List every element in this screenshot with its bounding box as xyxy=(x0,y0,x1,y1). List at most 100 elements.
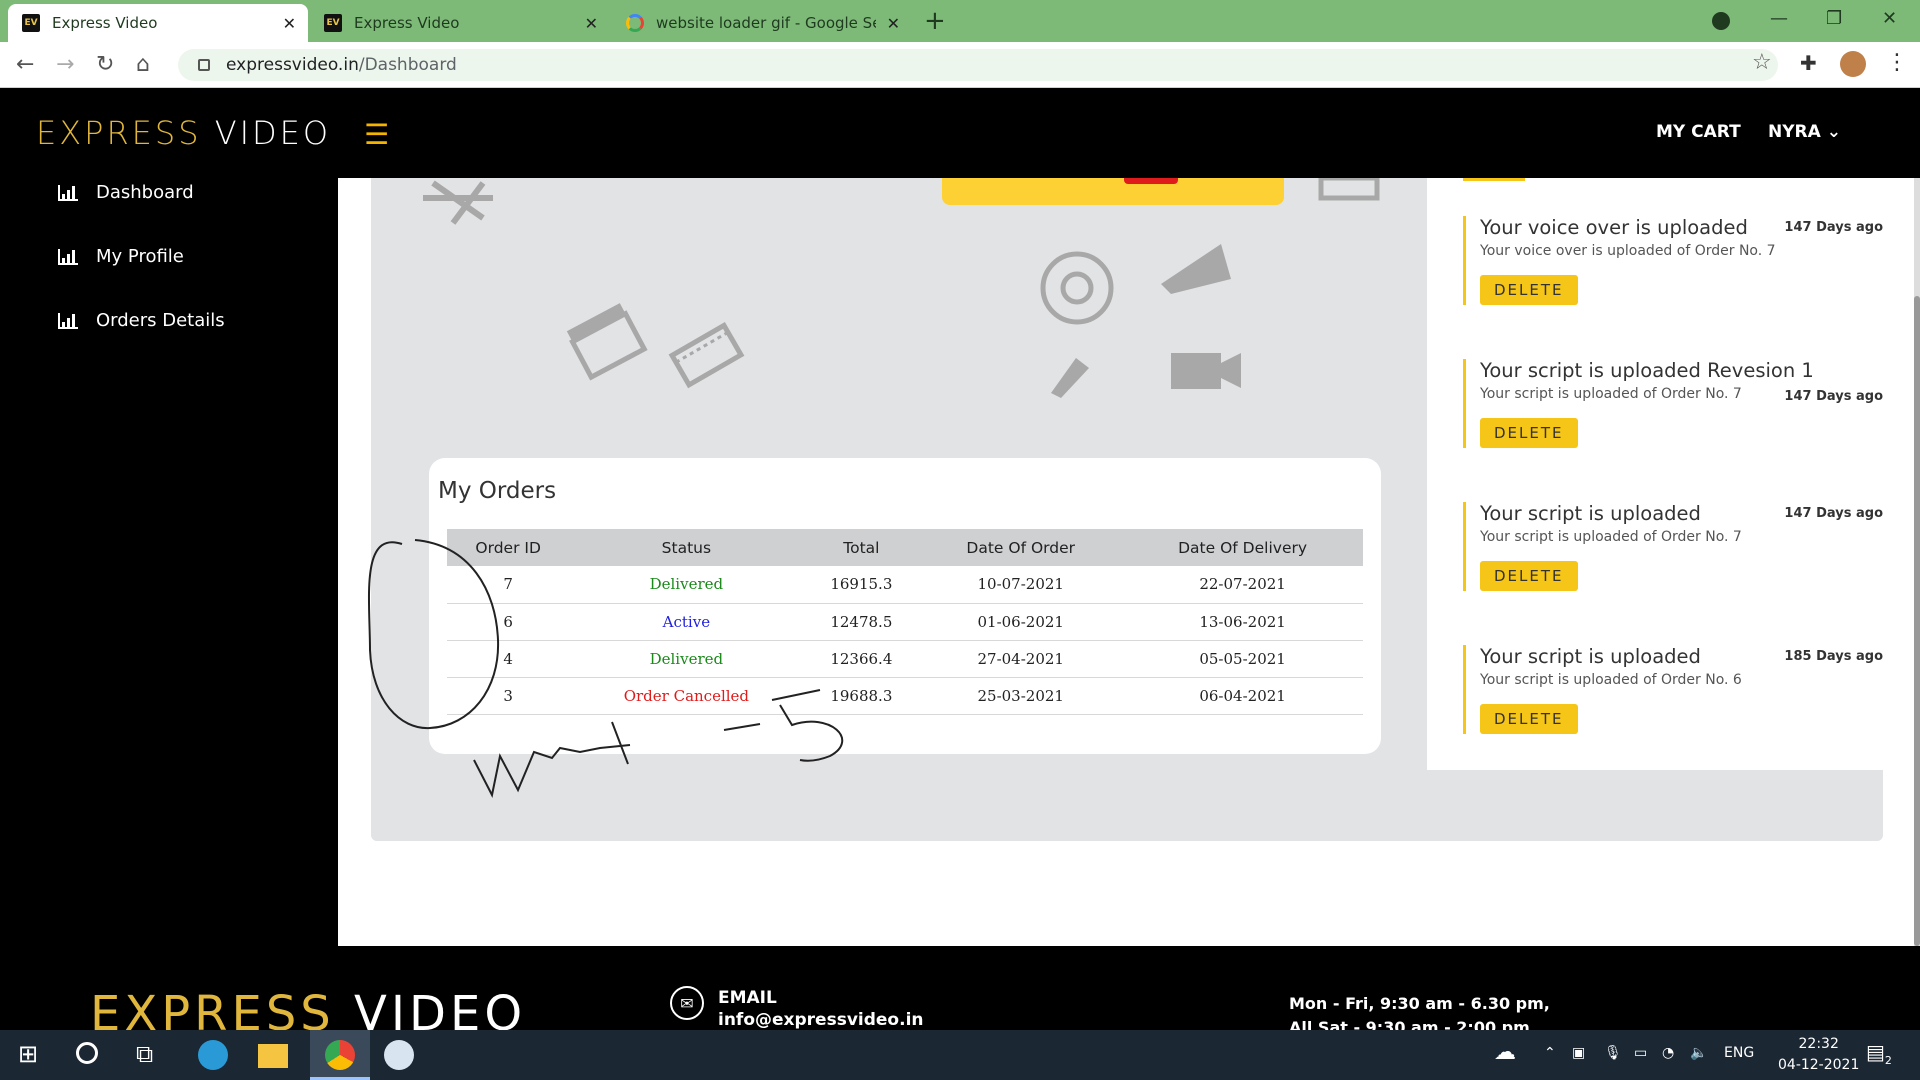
meet-now-icon[interactable]: ▣ xyxy=(1572,1045,1585,1061)
sidebar-item-my-profile[interactable]: My Profile xyxy=(58,246,184,267)
sidebar-item-label: Dashboard xyxy=(96,182,194,203)
browser-tab-1[interactable]: EV Express Video ✕ xyxy=(8,4,308,42)
microphone-icon[interactable]: 🎙 xyxy=(1604,1045,1622,1061)
paint-icon[interactable] xyxy=(384,1040,414,1070)
browser-tab-bar: EV Express Video ✕ EV Express Video ✕ we… xyxy=(0,0,1920,42)
delete-button[interactable]: DELETE xyxy=(1480,418,1578,448)
director-chair-icon xyxy=(423,180,493,225)
windows-taskbar: ⊞ ⧉ ☁ ⌃ ▣ 🎙 ▭ ◔ 🔈 ENG 22:32 04-12-2021 ▤2 xyxy=(0,1030,1920,1080)
address-bar[interactable]: expressvideo.in/Dashboard xyxy=(178,49,1778,81)
url-text: expressvideo.in/Dashboard xyxy=(226,55,457,75)
table-header-row: Order ID Status Total Date Of Order Date… xyxy=(447,529,1363,566)
site-logo[interactable]: EXPRESS VIDEO xyxy=(36,114,331,152)
office-hours-sat: All Sat - 9:30 am - 2:00 pm xyxy=(1289,1018,1530,1030)
forward-icon[interactable]: → xyxy=(56,52,74,77)
column-header: Total xyxy=(803,529,920,566)
extensions-icon[interactable]: ✚ xyxy=(1800,51,1817,75)
order-id-cell: 7 xyxy=(447,566,570,604)
search-icon[interactable] xyxy=(76,1042,98,1064)
sidebar-item-label: My Profile xyxy=(96,246,184,267)
notification-center-icon[interactable]: ▤2 xyxy=(1866,1040,1892,1067)
my-cart-link[interactable]: MY CART xyxy=(1656,122,1741,142)
mail-icon: ✉ xyxy=(670,986,704,1020)
delete-button[interactable]: DELETE xyxy=(1480,275,1578,305)
hamburger-menu-icon[interactable]: ☰ xyxy=(364,118,389,151)
close-tab-icon[interactable]: ✕ xyxy=(283,14,296,33)
order-id-cell: 4 xyxy=(447,640,570,678)
order-id-cell: 3 xyxy=(447,677,570,715)
volume-icon[interactable]: 🔈 xyxy=(1690,1045,1707,1061)
video-camera-icon xyxy=(1171,353,1241,389)
profile-avatar[interactable] xyxy=(1840,51,1866,77)
browser-tab-2[interactable]: EV Express Video ✕ xyxy=(310,4,610,42)
edge-browser-icon[interactable] xyxy=(198,1040,228,1070)
tab-label: website loader gif - Google Searc xyxy=(656,14,876,32)
delete-button[interactable]: DELETE xyxy=(1480,561,1578,591)
tab-label: Express Video xyxy=(354,14,460,32)
film-strip-icon xyxy=(668,321,745,389)
sidebar: Dashboard My Profile Orders Details xyxy=(0,178,338,946)
column-header: Order ID xyxy=(447,529,570,566)
email-label: EMAIL xyxy=(718,988,777,1008)
notification-card: 147 Days ago Your voice over is uploaded… xyxy=(1463,216,1883,305)
close-tab-icon[interactable]: ✕ xyxy=(585,14,598,33)
my-orders-card: My Orders Order ID Status Total Date Of … xyxy=(429,458,1381,754)
new-tab-icon[interactable]: + xyxy=(924,6,946,36)
delivery-date-cell: 22-07-2021 xyxy=(1122,566,1363,604)
table-row: 3 Order Cancelled 19688.3 25-03-2021 06-… xyxy=(447,677,1363,715)
user-menu[interactable]: NYRA ⌄ xyxy=(1768,122,1841,142)
language-indicator[interactable]: ENG xyxy=(1724,1045,1754,1061)
scrollbar-thumb[interactable] xyxy=(1914,296,1920,946)
bar-chart-icon xyxy=(58,184,78,201)
tray-chevron-icon[interactable]: ⌃ xyxy=(1544,1045,1556,1061)
system-clock[interactable]: 22:32 04-12-2021 xyxy=(1778,1034,1859,1076)
notification-age: 147 Days ago xyxy=(1784,389,1883,404)
main-content: My Orders Order ID Status Total Date Of … xyxy=(338,178,1920,946)
bookmark-star-icon[interactable]: ☆ xyxy=(1752,50,1772,75)
delivery-date-cell: 05-05-2021 xyxy=(1122,640,1363,678)
close-tab-icon[interactable]: ✕ xyxy=(887,14,900,33)
banner-button[interactable] xyxy=(1124,178,1178,184)
back-icon[interactable]: ← xyxy=(16,52,34,77)
notification-card: 185 Days ago Your script is uploaded You… xyxy=(1463,645,1883,734)
bar-chart-icon xyxy=(58,248,78,265)
home-icon[interactable]: ⌂ xyxy=(136,52,150,77)
maximize-icon[interactable]: ❐ xyxy=(1826,8,1842,29)
office-hours: Mon - Fri, 9:30 am - 6.30 pm, xyxy=(1289,994,1550,1013)
tab-search-icon[interactable] xyxy=(1712,12,1730,30)
browser-tab-3[interactable]: website loader gif - Google Searc ✕ xyxy=(612,4,912,42)
wifi-icon[interactable]: ◔ xyxy=(1662,1045,1674,1061)
my-orders-title: My Orders xyxy=(438,478,557,504)
page-scrollbar[interactable] xyxy=(1914,178,1920,946)
email-link[interactable]: info@expressvideo.in xyxy=(718,1010,924,1030)
sidebar-item-orders-details[interactable]: Orders Details xyxy=(58,310,225,331)
notification-card: 147 Days ago Your script is uploaded You… xyxy=(1463,502,1883,591)
windows-start-icon[interactable]: ⊞ xyxy=(18,1040,38,1068)
footer-logo: EXPRESS VIDEO xyxy=(90,986,527,1030)
orders-table: Order ID Status Total Date Of Order Date… xyxy=(447,529,1363,715)
file-explorer-icon[interactable] xyxy=(258,1044,288,1068)
chrome-icon xyxy=(325,1040,355,1070)
browser-toolbar: ← → ↻ ⌂ expressvideo.in/Dashboard ☆ ✚ ⋮ xyxy=(0,42,1920,88)
chrome-taskbar-button[interactable] xyxy=(310,1030,370,1080)
dashboard-panel: My Orders Order ID Status Total Date Of … xyxy=(371,178,1905,841)
delivery-date-cell: 13-06-2021 xyxy=(1122,603,1363,641)
onedrive-cloud-icon[interactable]: ☁ xyxy=(1494,1040,1516,1065)
status-cell: Delivered xyxy=(569,566,804,604)
minimize-icon[interactable]: — xyxy=(1770,8,1788,29)
tab-label: Express Video xyxy=(52,14,158,32)
reload-icon[interactable]: ↻ xyxy=(96,52,114,77)
notification-desc: Your voice over is uploaded of Order No.… xyxy=(1480,243,1776,259)
sidebar-item-dashboard[interactable]: Dashboard xyxy=(58,182,194,203)
browser-menu-icon[interactable]: ⋮ xyxy=(1886,50,1908,75)
close-window-icon[interactable]: ✕ xyxy=(1882,8,1897,29)
ev-favicon-icon: EV xyxy=(324,14,342,32)
order-date-cell: 01-06-2021 xyxy=(919,603,1123,641)
google-favicon-icon xyxy=(626,14,644,32)
previous-delete-button[interactable] xyxy=(1463,178,1525,181)
battery-icon[interactable]: ▭ xyxy=(1634,1045,1647,1061)
delete-button[interactable]: DELETE xyxy=(1480,704,1578,734)
task-view-icon[interactable]: ⧉ xyxy=(136,1040,153,1068)
notification-desc: Your script is uploaded of Order No. 7 xyxy=(1480,529,1742,545)
yellow-banner xyxy=(942,178,1284,205)
